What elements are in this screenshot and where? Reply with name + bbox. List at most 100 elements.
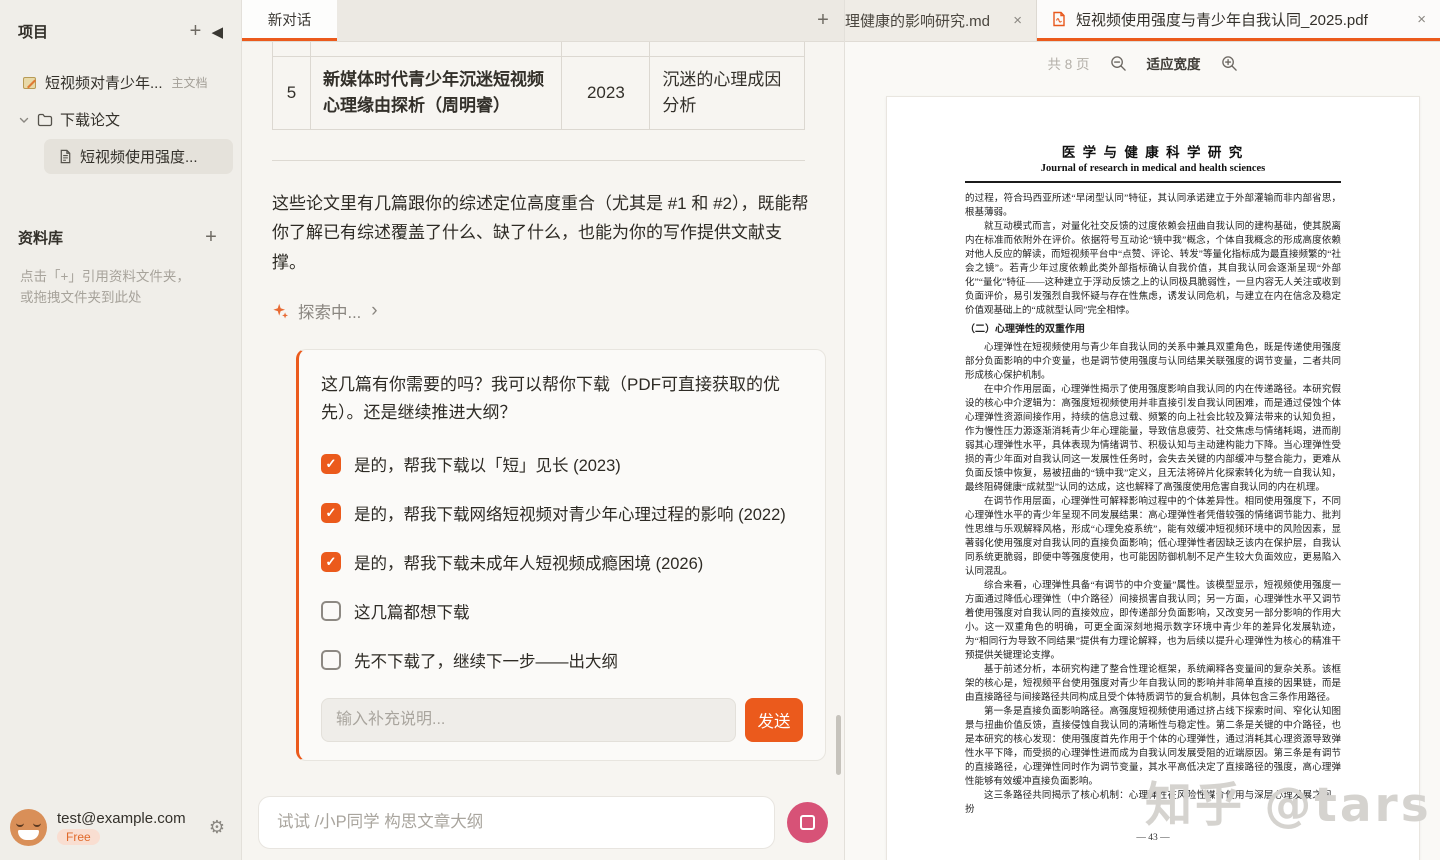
fit-width-button[interactable]: 适应宽度 [1147,53,1201,73]
watermark: 知乎 @tars [1145,766,1432,835]
option-label: 这几篇都想下载 [354,599,470,623]
sidebar-item-folder-doc[interactable]: 短视频使用强度... [44,139,233,174]
option-row[interactable]: 这几篇都想下载 [321,599,803,623]
status-row[interactable]: 探索中... › [272,299,804,323]
account-email: test@example.com [57,810,199,827]
avatar-eye [33,822,41,827]
tab-label: 理健康的影响研究.md [845,10,990,31]
journal-title-cn: 医 学 与 健 康 科 学 研 究 [965,141,1341,161]
projects-header: 项目 + ◀ [0,0,241,51]
chat-scrollbar[interactable] [836,715,841,775]
option-label: 是的，帮我下载未成年人短视频成瘾困境 (2026) [354,550,703,574]
note-pencil-icon [22,75,38,91]
app-window: 项目 + ◀ 短视频对青少年... 主文档 下载论文 [0,0,1440,860]
table-cell-num: 5 [273,56,311,130]
library-hint: 点击「+」引用资料文件夹， 或拖拽文件夹到此处 [0,257,241,319]
pdf-paragraph: 心理弹性在短视频使用与青少年自我认同的关系中兼具双重角色，既是传递使用强度部分负… [965,341,1341,383]
avatar-mouth [18,830,39,840]
library-header: 资料库 + [0,206,241,257]
folder-label: 下载论文 [60,109,120,130]
main-doc-badge: 主文档 [172,74,208,91]
option-row[interactable]: ✓ 是的，帮我下载网络短视频对青少年心理过程的影响 (2022) [321,501,803,525]
checkbox-icon[interactable]: ✓ [321,454,341,474]
checkbox-icon[interactable] [321,650,341,670]
tab-new-conversation[interactable]: 新对话 [242,0,337,41]
composer-bar [242,785,844,860]
option-label: 是的，帮我下载网络短视频对青少年心理过程的影响 (2022) [354,501,786,525]
projects-title: 项目 [18,21,183,42]
chat-panel: 新对话 + 5 新媒体时代青少年沉迷短视频心理缘由探析（周明睿） 2023 沉迷… [242,0,845,860]
chat-tabbar: 新对话 + [242,0,844,42]
tabbar-spacer [337,0,802,41]
pdf-file-icon [1051,11,1067,27]
library-hint-line1: 点击「+」引用资料文件夹， [20,267,221,288]
main-doc-label: 短视频对青少年... [45,72,163,93]
pdf-paragraph: 就互动模式而言，对量化社交反馈的过度依赖会扭曲自我认同的建构基础，使其脱离内在标… [965,220,1341,318]
avatar[interactable] [10,809,47,846]
folder-doc-label: 短视频使用强度... [80,146,198,167]
pdf-paragraph: 在中介作用层面，心理弹性揭示了使用强度影响自我认同的内在传递路径。本研究假设的核… [965,383,1341,495]
expand-chevron-icon[interactable]: › [371,301,377,320]
library-title: 资料库 [18,227,199,248]
tab-pdf-document[interactable]: 短视频使用强度与青少年自我认同_2025.pdf × [1037,0,1440,41]
sparkle-icon [272,302,290,320]
checkbox-icon[interactable]: ✓ [321,503,341,523]
option-label: 是的，帮我下载以「短」见长 (2023) [354,452,621,476]
page-count: 共 8 页 [1047,53,1089,73]
table-row: 5 新媒体时代青少年沉迷短视频心理缘由探析（周明睿） 2023 沉迷的心理成因分… [273,56,805,130]
download-question-card: 这几篇有你需要的吗？我可以帮你下载（PDF可直接获取的优先）。还是继续推进大纲？… [296,349,826,761]
option-row[interactable]: 先不下载了，继续下一步——出大纲 [321,648,803,672]
pdf-toolbar: 共 8 页 适应宽度 [845,42,1440,84]
stop-button[interactable] [787,802,828,843]
viewer-tabbar: 理健康的影响研究.md × 短视频使用强度与青少年自我认同_2025.pdf × [845,0,1440,42]
supplement-input[interactable] [321,698,736,742]
journal-rule [965,181,1341,183]
table-cell-title: 新媒体时代青少年沉迷短视频心理缘由探析（周明睿） [310,56,561,130]
add-project-button[interactable]: + [183,20,207,43]
pdf-section-heading: （二）心理弹性的双重作用 [965,323,1341,337]
tab-label: 短视频使用强度与青少年自我认同_2025.pdf [1076,9,1368,30]
pdf-paragraph: 基于前述分析，本研究构建了整合性理论框架，系统阐释各变量间的复杂关系。该框架的核… [965,663,1341,705]
collapse-sidebar-icon[interactable]: ◀ [211,23,223,41]
new-tab-button[interactable]: + [802,0,844,41]
option-row[interactable]: ✓ 是的，帮我下载未成年人短视频成瘾困境 (2026) [321,550,803,574]
card-input-row: 发送 [321,698,803,742]
assistant-message: 这些论文里有几篇跟你的综述定位高度重合（尤其是 #1 和 #2），既能帮你了解已… [272,189,812,277]
close-tab-icon[interactable]: × [1409,11,1426,28]
close-tab-icon[interactable]: × [1005,12,1022,29]
account-section: test@example.com Free ⚙ [0,797,241,860]
account-info: test@example.com Free [57,810,199,846]
reference-table: 5 新媒体时代青少年沉迷短视频心理缘由探析（周明睿） 2023 沉迷的心理成因分… [272,42,805,130]
pdf-body-text: 的过程，符合玛西亚所述“早闭型认同”特征，其认同承诺建立于外部灌输而非内部省思，… [965,192,1341,817]
pdf-paragraph: 的过程，符合玛西亚所述“早闭型认同”特征，其认同承诺建立于外部灌输而非内部省思，… [965,192,1341,220]
chevron-down-icon [18,114,30,126]
checkbox-icon[interactable] [321,601,341,621]
send-button[interactable]: 发送 [745,698,803,742]
chat-message-area[interactable]: 5 新媒体时代青少年沉迷短视频心理缘由探析（周明睿） 2023 沉迷的心理成因分… [242,42,844,785]
checkbox-icon[interactable]: ✓ [321,552,341,572]
folder-icon [37,112,53,128]
journal-title-en: Journal of research in medical and healt… [965,163,1341,174]
pdf-scroll-area[interactable]: 医 学 与 健 康 科 学 研 究 Journal of research in… [845,84,1440,860]
message-divider [272,160,805,161]
card-question: 这几篇有你需要的吗？我可以帮你下载（PDF可直接获取的优先）。还是继续推进大纲？ [321,371,801,427]
plan-badge: Free [57,829,100,845]
gear-icon[interactable]: ⚙ [209,817,229,838]
pdf-paragraph: 综合来看，心理弹性具备“有调节的中介变量”属性。该模型显示，短视频使用强度一方面… [965,579,1341,663]
table-cell-note: 沉迷的心理成因分析 [650,56,805,130]
table-cell-year: 2023 [562,56,650,130]
sidebar-item-main-doc[interactable]: 短视频对青少年... 主文档 [8,65,233,100]
add-library-button[interactable]: + [199,226,223,249]
pdf-paragraph: 在调节作用层面，心理弹性可解释影响过程中的个体差异性。相同使用强度下，不同心理弹… [965,495,1341,579]
tab-md-document[interactable]: 理健康的影响研究.md × [845,0,1037,41]
table-row-clipped [273,42,805,56]
zoom-in-icon[interactable] [1221,55,1238,72]
project-sidebar: 项目 + ◀ 短视频对青少年... 主文档 下载论文 [0,0,242,860]
status-label: 探索中... [298,299,361,323]
pdf-page: 医 学 与 健 康 科 学 研 究 Journal of research in… [886,96,1420,860]
option-row[interactable]: ✓ 是的，帮我下载以「短」见长 (2023) [321,452,803,476]
composer-input[interactable] [258,796,775,849]
document-viewer-panel: 理健康的影响研究.md × 短视频使用强度与青少年自我认同_2025.pdf ×… [845,0,1440,860]
zoom-out-icon[interactable] [1110,55,1127,72]
sidebar-item-folder[interactable]: 下载论文 [8,102,233,137]
